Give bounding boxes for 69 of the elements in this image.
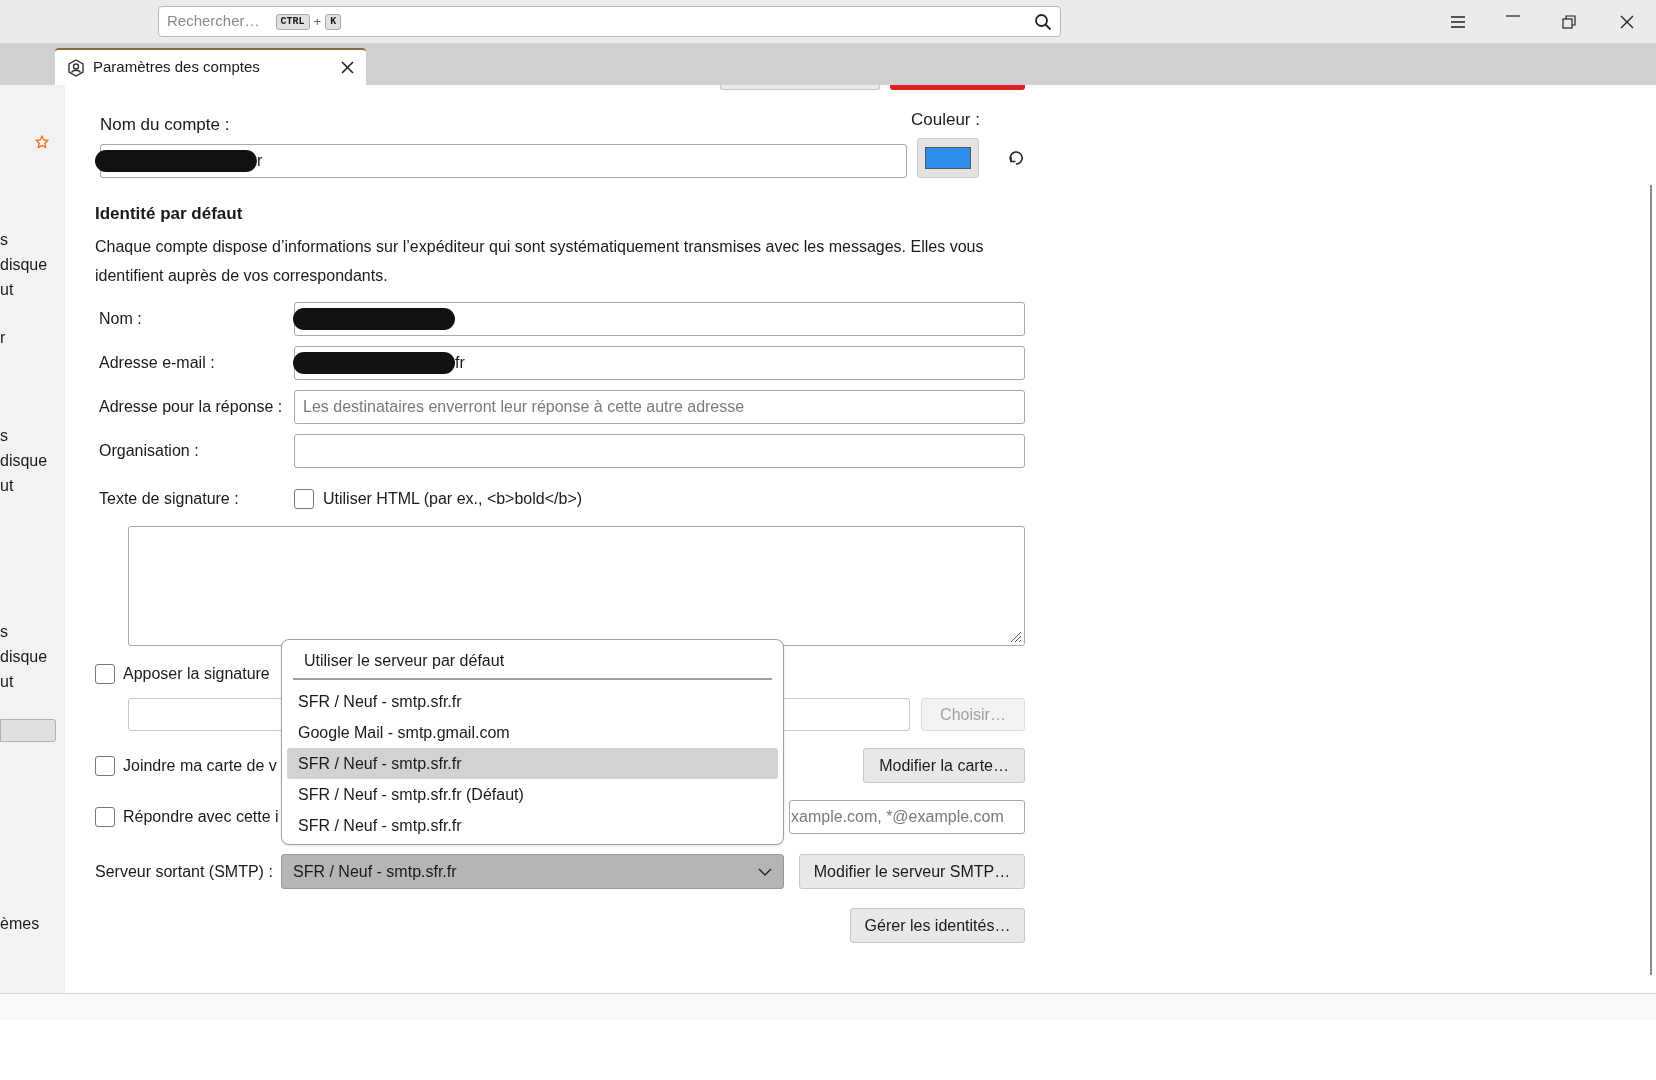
menu-item[interactable]: Utiliser le serveur par défaut bbox=[293, 644, 772, 680]
chevron-down-icon[interactable] bbox=[758, 867, 772, 876]
sidebar-label: èmes bbox=[0, 914, 40, 934]
checkbox-label: Joindre ma carte de v bbox=[123, 755, 277, 776]
smtp-dropdown[interactable]: SFR / Neuf - smtp.sfr.fr bbox=[281, 854, 784, 889]
account-icon[interactable] bbox=[67, 58, 85, 77]
checkbox-label: Répondre avec cette i bbox=[123, 807, 279, 827]
sidebar-label: s bbox=[0, 622, 8, 642]
field-value: r bbox=[257, 150, 263, 171]
input-field[interactable]: fr bbox=[294, 346, 1025, 380]
checkbox[interactable] bbox=[95, 664, 115, 684]
field-label: Organisation : bbox=[98, 441, 200, 461]
star-icon[interactable] bbox=[35, 135, 49, 149]
manage-identities-button[interactable]: Gérer les identités… bbox=[850, 908, 1025, 943]
search-placeholder: Rechercher… bbox=[167, 11, 260, 32]
edit-card-button[interactable]: Modifier la carte… bbox=[863, 748, 1025, 783]
sidebar-label: r bbox=[0, 328, 6, 348]
checkbox-label: Utiliser HTML (par ex., <b>bold</b>) bbox=[323, 489, 583, 509]
tab-label: Paramètres des comptes bbox=[93, 57, 260, 78]
menu-item[interactable]: SFR / Neuf - smtp.sfr.fr bbox=[287, 748, 778, 779]
sidebar-label: s bbox=[0, 230, 8, 250]
sidebar-label: disque bbox=[0, 255, 48, 275]
field-label: Serveur sortant (SMTP) : bbox=[95, 861, 274, 882]
resize-grip-icon[interactable] bbox=[1008, 629, 1022, 643]
input-field[interactable] bbox=[294, 302, 1025, 336]
close-icon[interactable] bbox=[1620, 15, 1634, 29]
menu-icon[interactable] bbox=[1450, 15, 1466, 29]
shortcut-key: K bbox=[325, 13, 342, 30]
color-label: Couleur : bbox=[911, 109, 981, 131]
field-label: Adresse pour la réponse : bbox=[98, 397, 284, 417]
sidebar-label: ut bbox=[0, 672, 14, 692]
shortcut-key: CTRL bbox=[275, 13, 310, 30]
sidebar-label: disque bbox=[0, 647, 48, 667]
description-text: Chaque compte dispose d’informations sur l’expéditeur qui sont systématiquement transmises avec les messages. Elles vous identifient auprès de vos correspondants. bbox=[95, 237, 985, 286]
field-label: Nom : bbox=[98, 309, 143, 329]
scrollbar-thumb[interactable] bbox=[1650, 185, 1652, 975]
input-field[interactable]: xample.com, *@example.com bbox=[789, 800, 1025, 834]
menu-item[interactable]: SFR / Neuf - smtp.sfr.fr bbox=[287, 810, 778, 841]
edit-smtp-button[interactable]: Modifier le serveur SMTP… bbox=[799, 854, 1025, 889]
field-label: Adresse e-mail : bbox=[98, 353, 216, 373]
dropdown-value: SFR / Neuf - smtp.sfr.fr bbox=[293, 861, 457, 882]
menu-item[interactable]: SFR / Neuf - smtp.sfr.fr (Défaut) bbox=[287, 779, 778, 810]
checkbox[interactable] bbox=[95, 755, 115, 776]
field-label: Nom du compte : bbox=[100, 114, 231, 136]
menu-item[interactable]: Google Mail - smtp.gmail.com bbox=[287, 717, 778, 748]
tab[interactable]: Paramètres des comptes bbox=[55, 48, 366, 85]
field-label: Texte de signature : bbox=[98, 489, 240, 509]
sidebar-label: s bbox=[0, 426, 8, 446]
reset-icon[interactable] bbox=[1007, 148, 1025, 167]
sidebar-label: disque bbox=[0, 451, 48, 471]
input-field[interactable]: Les destinataires enverront leur réponse à cette autre adresse bbox=[294, 390, 1025, 424]
sidebar-label: ut bbox=[0, 476, 14, 496]
input-placeholder: xample.com, *@example.com bbox=[791, 807, 1004, 827]
restore-icon[interactable] bbox=[1562, 15, 1576, 29]
checkbox-label: Apposer la signature bbox=[123, 664, 270, 684]
checkbox[interactable] bbox=[95, 807, 115, 827]
color-swatch bbox=[925, 146, 971, 169]
search-field[interactable]: Rechercher… CTRL + K bbox=[158, 6, 1061, 37]
color-picker[interactable] bbox=[917, 137, 979, 178]
sidebar-label: ut bbox=[0, 280, 14, 300]
search-icon[interactable] bbox=[1034, 12, 1052, 31]
plus-sign: + bbox=[313, 12, 322, 31]
field-value: fr bbox=[455, 353, 465, 373]
section-heading: Identité par défaut bbox=[95, 202, 244, 225]
menu-item[interactable]: SFR / Neuf - smtp.sfr.fr bbox=[287, 686, 778, 717]
input-field[interactable] bbox=[294, 434, 1025, 468]
close-icon[interactable] bbox=[341, 61, 354, 74]
input-placeholder: Les destinataires enverront leur réponse à cette autre adresse bbox=[303, 397, 745, 417]
checkbox[interactable] bbox=[294, 489, 314, 509]
